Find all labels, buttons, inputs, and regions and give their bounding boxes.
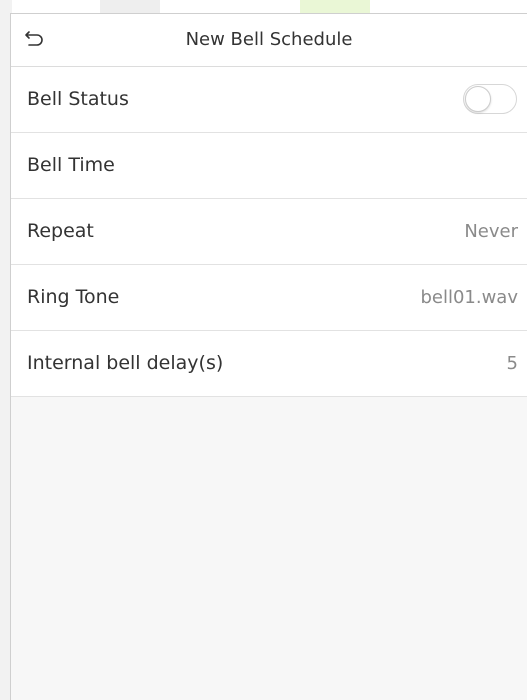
- setting-label: Ring Tone: [27, 286, 120, 308]
- page-title: New Bell Schedule: [185, 29, 353, 50]
- setting-row-internal-bell-delay[interactable]: Internal bell delay(s) 5: [11, 331, 527, 397]
- bell-status-toggle[interactable]: [463, 84, 517, 114]
- setting-label: Internal bell delay(s): [27, 352, 224, 374]
- setting-label: Bell Time: [27, 154, 115, 176]
- device-screen: New Bell Schedule Bell Status Bell Time …: [10, 13, 527, 700]
- setting-row-bell-time[interactable]: Bell Time: [11, 133, 527, 199]
- background-top-accent-green: [300, 0, 370, 14]
- background-top-accent: [100, 0, 160, 14]
- header-bar: New Bell Schedule: [11, 14, 527, 67]
- toggle-knob: [465, 86, 491, 112]
- setting-value: Never: [464, 221, 518, 242]
- setting-row-ring-tone[interactable]: Ring Tone bell01.wav: [11, 265, 527, 331]
- setting-label: Bell Status: [27, 88, 129, 110]
- setting-label: Repeat: [27, 220, 94, 242]
- setting-value: 5: [506, 353, 518, 374]
- setting-row-bell-status[interactable]: Bell Status: [11, 67, 527, 133]
- empty-content-area: [11, 397, 527, 700]
- setting-value: bell01.wav: [420, 287, 518, 308]
- setting-row-repeat[interactable]: Repeat Never: [11, 199, 527, 265]
